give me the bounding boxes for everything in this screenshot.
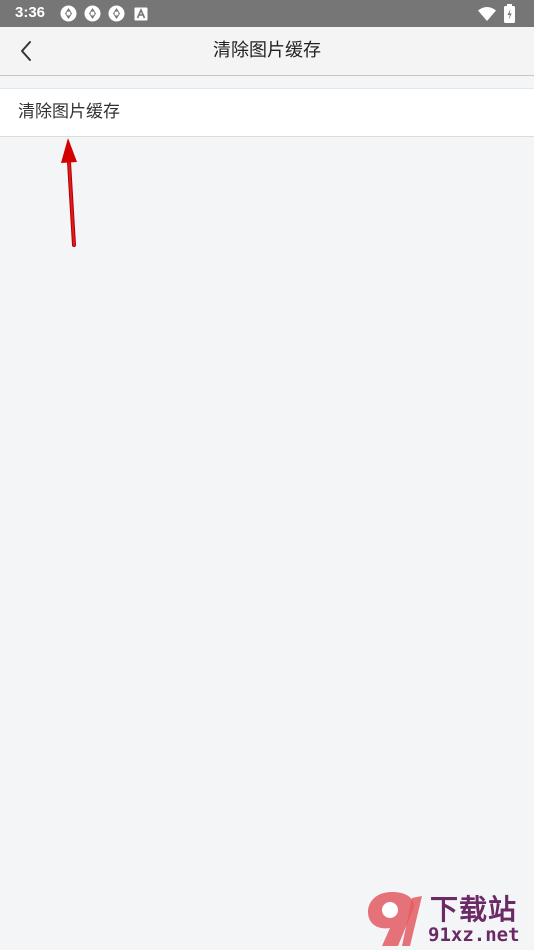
watermark: 下载站 91xz.net [362,888,532,948]
status-system-icons [478,4,520,23]
status-bar: 3:36 [0,0,534,27]
app-notification-icon [84,5,101,22]
status-time: 3:36 [15,4,46,21]
watermark-logo-icon [368,892,422,946]
page-title: 清除图片缓存 [213,40,321,61]
watermark-domain: 91xz.net [428,924,520,946]
a-badge-icon [134,7,148,21]
wifi-icon [478,7,496,21]
annotation-arrow-icon [61,138,77,247]
battery-charging-icon [504,4,515,23]
header-divider [0,75,534,76]
app-notification-icon [60,5,77,22]
settings-item-clear-image-cache[interactable]: 清除图片缓存 [0,88,534,137]
settings-item-label: 清除图片缓存 [18,102,120,122]
back-button[interactable] [6,27,46,75]
app-notification-icon [108,5,125,22]
header-bar: 清除图片缓存 [0,27,534,75]
watermark-title: 下载站 [430,893,518,926]
chevron-left-icon [21,41,31,61]
